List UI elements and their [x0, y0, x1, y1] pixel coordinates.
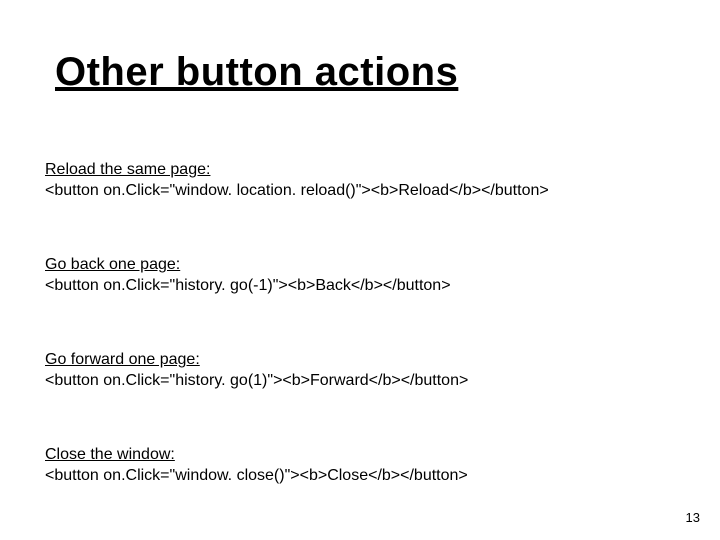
slide-title: Other button actions — [55, 50, 458, 95]
section-label: Go back one page: — [45, 256, 180, 273]
section-reload: Reload the same page: <button on.Click="… — [45, 160, 680, 202]
section-code: <button on.Click="window. close()"><b>Cl… — [45, 467, 468, 484]
page-number: 13 — [686, 510, 700, 525]
section-label: Go forward one page: — [45, 351, 200, 368]
section-code: <button on.Click="history. go(-1)"><b>Ba… — [45, 277, 451, 294]
section-code: <button on.Click="history. go(1)"><b>For… — [45, 372, 468, 389]
section-code: <button on.Click="window. location. relo… — [45, 182, 549, 199]
section-forward: Go forward one page: <button on.Click="h… — [45, 350, 680, 392]
section-label: Reload the same page: — [45, 161, 210, 178]
section-label: Close the window: — [45, 446, 175, 463]
section-close: Close the window: <button on.Click="wind… — [45, 445, 680, 487]
section-back: Go back one page: <button on.Click="hist… — [45, 255, 680, 297]
